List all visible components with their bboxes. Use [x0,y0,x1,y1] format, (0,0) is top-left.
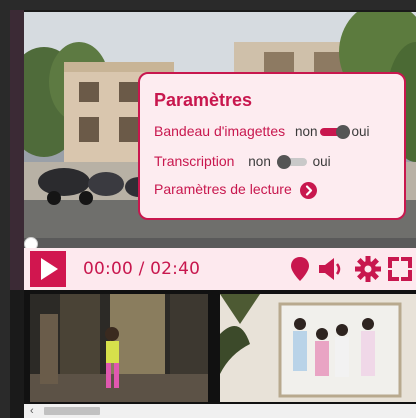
thumbnail-girl-walking[interactable] [30,294,208,402]
location-pin-icon[interactable] [286,255,314,283]
transcription-label: Transcription [154,153,235,169]
thumbnail-family-photo[interactable] [220,294,416,402]
transcription-setting: Transcription non oui [154,153,331,170]
transcription-off-label: non [248,154,271,169]
scrollbar-thumb[interactable] [44,407,100,415]
thumbnail-strip-off-label: non [295,124,318,139]
thumbnail-strip [24,290,416,404]
chevron-right-icon [299,181,317,199]
gear-icon[interactable] [354,255,382,283]
play-button[interactable] [30,251,66,287]
horizontal-scrollbar[interactable]: ‹ [24,404,416,418]
video-player: Paramètres Bandeau d'imagettes non oui Tr… [10,10,416,418]
control-bar: 00:00 / 02:40 [24,248,416,290]
play-icon [41,258,58,280]
thumbnail-strip-label: Bandeau d'imagettes [154,123,286,139]
thumbnail-strip-on-label: oui [351,124,370,139]
transcription-on-label: oui [312,154,331,169]
settings-title: Paramètres [154,90,253,110]
settings-panel: Paramètres Bandeau d'imagettes non oui Tr… [138,72,406,220]
thumbnail-strip-toggle[interactable] [319,125,350,140]
time-display: 00:00 / 02:40 [83,259,201,279]
progress-bar[interactable] [24,237,416,251]
thumbnail-strip-setting: Bandeau d'imagettes non oui [154,123,370,140]
playback-settings-label: Paramètres de lecture [154,181,292,197]
background-edge [10,10,24,290]
volume-icon[interactable] [317,255,345,283]
scroll-left-arrow-icon[interactable]: ‹ [30,404,34,418]
fullscreen-icon[interactable] [386,255,414,283]
transcription-toggle[interactable] [276,155,307,170]
playback-settings-link[interactable]: Paramètres de lecture [154,181,317,199]
